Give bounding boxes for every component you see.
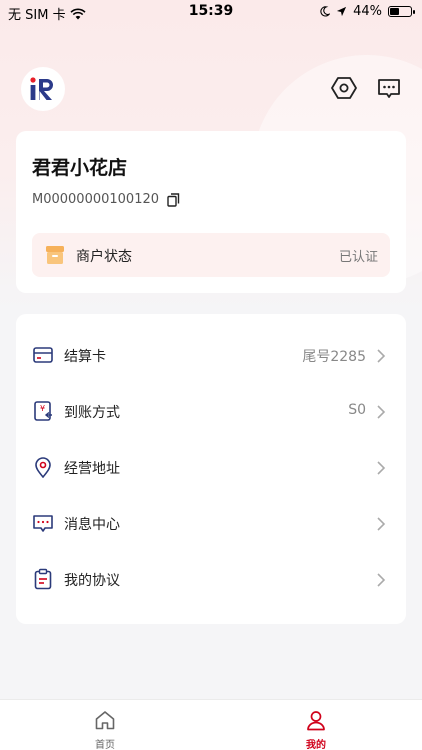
- svg-text:¥: ¥: [40, 404, 45, 413]
- menu-label: 经营地址: [64, 461, 120, 477]
- chevron-right-icon: [377, 517, 386, 531]
- menu-item-my-agreements[interactable]: 我的协议: [16, 552, 406, 608]
- merchant-id: M00000000100120: [32, 192, 160, 207]
- battery-icon: [388, 6, 415, 17]
- menu-label: 我的协议: [64, 573, 120, 589]
- location-pin-icon: [35, 457, 51, 478]
- menu-item-settlement-card[interactable]: 结算卡 尾号2285: [16, 328, 406, 384]
- chevron-right-icon: [377, 405, 386, 419]
- menu-label: 消息中心: [64, 517, 120, 533]
- menu-value: S0: [348, 402, 366, 418]
- merchant-status-value: 已认证: [338, 250, 378, 265]
- app-logo: [21, 67, 65, 111]
- yuan-receipt-icon: ¥: [34, 401, 52, 421]
- merchant-id-row: M00000000100120: [32, 192, 180, 207]
- hexagon-settings-icon: [331, 77, 357, 99]
- tab-mine-label: 我的: [306, 740, 326, 750]
- menu-label: 到账方式: [64, 405, 120, 421]
- moon-icon: [320, 6, 331, 17]
- location-arrow-icon: [337, 6, 347, 17]
- tab-mine[interactable]: 我的: [276, 700, 356, 750]
- merchant-status-label: 商户状态: [76, 249, 132, 265]
- menu-value: 尾号2285: [302, 349, 366, 365]
- agreement-clipboard-icon: [34, 568, 52, 590]
- merchant-status-row[interactable]: 商户状态 已认证: [32, 233, 390, 277]
- status-bar: 无 SIM 卡 15:39 44%: [0, 0, 422, 24]
- menu-item-business-address[interactable]: 经营地址: [16, 440, 406, 496]
- bank-card-icon: [33, 347, 53, 363]
- ir-logo-icon: [30, 77, 53, 100]
- copy-icon[interactable]: [167, 192, 180, 207]
- menu-card: 结算卡 尾号2285 ¥ 到账方式 S0 经营地址 消息中心 我的协议: [16, 314, 406, 624]
- menu-label: 结算卡: [64, 349, 106, 365]
- menu-item-payout-method[interactable]: ¥ 到账方式 S0: [16, 384, 406, 440]
- tab-home[interactable]: 首页: [65, 700, 145, 750]
- home-icon: [95, 711, 115, 730]
- chevron-right-icon: [377, 461, 386, 475]
- menu-item-message-center[interactable]: 消息中心: [16, 496, 406, 552]
- battery-percent: 44%: [353, 4, 382, 19]
- user-icon: [307, 711, 325, 731]
- shop-store-icon: [46, 246, 64, 264]
- tab-bar: 首页 我的: [0, 699, 422, 750]
- chevron-right-icon: [377, 349, 386, 363]
- messages-button[interactable]: [376, 75, 402, 101]
- message-icon: [33, 515, 53, 532]
- chat-bubble-icon: [378, 79, 400, 98]
- shop-card: 君君小花店 M00000000100120 商户状态 已认证: [16, 131, 406, 293]
- chevron-right-icon: [377, 573, 386, 587]
- shop-name: 君君小花店: [32, 157, 128, 179]
- settings-button[interactable]: [331, 75, 357, 101]
- tab-home-label: 首页: [95, 740, 115, 750]
